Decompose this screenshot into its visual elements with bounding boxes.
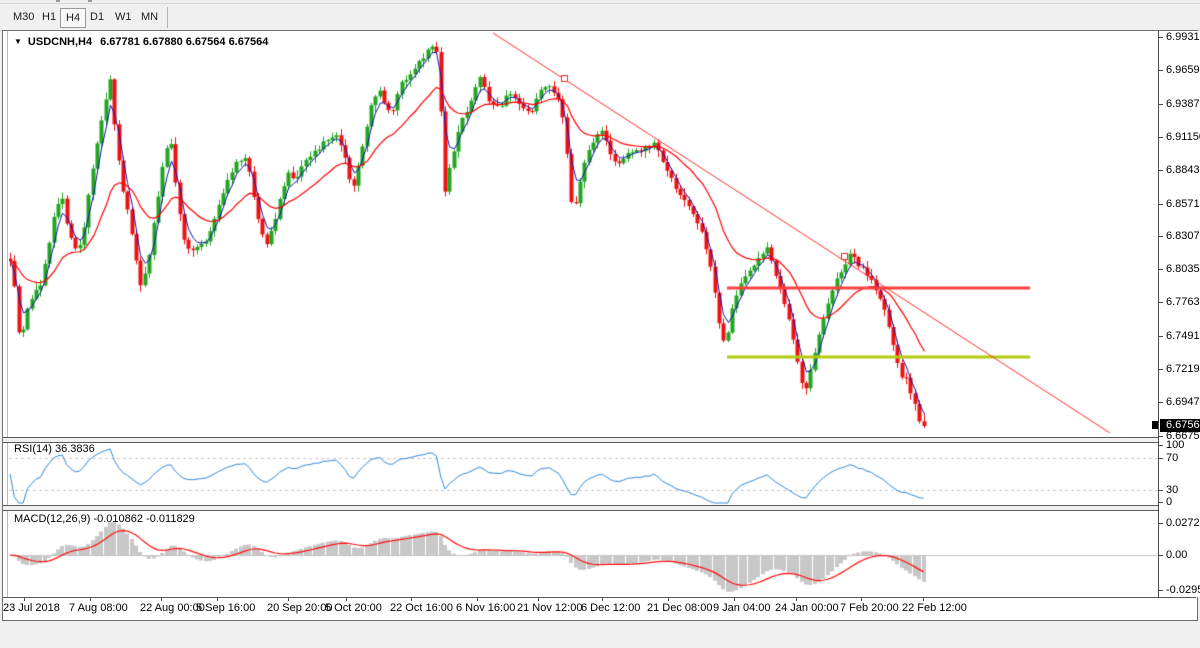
axis-tick [1159, 269, 1163, 270]
axis-tick [1159, 204, 1163, 205]
axis-tick [1159, 436, 1163, 437]
axis-tick [1159, 369, 1163, 370]
edge-mark [88, 0, 92, 2]
price-axis[interactable]: 6.99310 6.96590 6.93870 6.91150 6.88430 6.857… [1158, 31, 1200, 597]
timeframe-button-w1[interactable]: W1 [110, 8, 137, 26]
timeframe-button-m30[interactable]: M30 [8, 8, 39, 26]
symbol-dropdown-icon[interactable]: ▼ [14, 37, 22, 46]
price-axis-label: 6.85710 [1166, 198, 1200, 210]
price-axis-label: 6.93870 [1166, 98, 1200, 110]
axis-tick [1159, 37, 1163, 38]
date-axis-tick [923, 598, 924, 601]
date-axis-tick [477, 598, 478, 601]
timeframe-toolbar: M30H1H4D1W1MN [0, 4, 1200, 31]
price-axis-label: 6.99310 [1166, 31, 1200, 43]
date-axis-tick [602, 598, 603, 601]
date-axis-label: 22 Feb 12:00 [902, 602, 967, 614]
axis-tick [1159, 590, 1163, 591]
date-axis-tick [796, 598, 797, 601]
date-axis[interactable]: 23 Jul 20187 Aug 08:0022 Aug 00:005 Sep … [3, 597, 1196, 619]
date-axis-tick [288, 598, 289, 601]
axis-tick [1159, 523, 1163, 524]
axis-tick [1159, 70, 1163, 71]
date-axis-label: 22 Oct 16:00 [390, 602, 453, 614]
timeframe-button-h4[interactable]: H4 [60, 8, 86, 28]
axis-tick [1159, 170, 1163, 171]
axis-tick [1159, 402, 1163, 403]
rsi-axis-label: 30 [1166, 484, 1178, 496]
date-axis-tick [217, 598, 218, 601]
axis-tick [1159, 490, 1163, 491]
date-axis-label: 5 Sep 16:00 [196, 602, 255, 614]
date-axis-tick [411, 598, 412, 601]
axis-tick [1159, 445, 1163, 446]
macd-axis-label: -0.029558 [1166, 584, 1200, 596]
axis-tick [1159, 236, 1163, 237]
date-axis-tick [734, 598, 735, 601]
axis-tick [1159, 336, 1163, 337]
price-axis-label: 6.88430 [1166, 164, 1200, 176]
date-axis-label: 7 Feb 20:00 [840, 602, 899, 614]
axis-tick [1159, 458, 1163, 459]
ohlc-quotes: 6.67781 6.67880 6.67564 6.67564 [100, 36, 268, 48]
price-axis-label: 6.72190 [1166, 363, 1200, 375]
symbol-period-label: USDCNH,H4 [28, 36, 92, 48]
rsi-axis-label: 70 [1166, 452, 1178, 464]
axis-tick [1159, 555, 1163, 556]
date-axis-label: 5 Oct 20:00 [325, 602, 382, 614]
axis-tick [1159, 502, 1163, 503]
timeframe-button-mn[interactable]: MN [136, 8, 163, 26]
price-axis-label: 6.91150 [1166, 131, 1200, 143]
axis-tick [1159, 302, 1163, 303]
date-axis-label: 9 Jan 04:00 [713, 602, 771, 614]
price-axis-label: 6.80350 [1166, 263, 1200, 275]
timeframe-button-h1[interactable]: H1 [37, 8, 61, 26]
price-axis-label: 6.74910 [1166, 330, 1200, 342]
date-axis-label: 20 Sep 20:00 [267, 602, 332, 614]
date-axis-tick [161, 598, 162, 601]
date-axis-tick [538, 598, 539, 601]
date-axis-tick [861, 598, 862, 601]
date-axis-tick [90, 598, 91, 601]
price-axis-label: 6.69470 [1166, 396, 1200, 408]
macd-indicator-label: MACD(12,26,9) -0.010862 -0.011829 [14, 513, 195, 525]
date-axis-label: 23 Jul 2018 [3, 602, 60, 614]
date-axis-label: 24 Jan 00:00 [775, 602, 839, 614]
price-axis-label: 6.83070 [1166, 230, 1200, 242]
axis-tick [1159, 137, 1163, 138]
rsi-indicator-label: RSI(14) 36.3836 [14, 443, 95, 455]
rsi-panel-canvas[interactable] [9, 441, 1158, 505]
timeframe-button-d1[interactable]: D1 [85, 8, 109, 26]
date-axis-tick [346, 598, 347, 601]
date-axis-tick [24, 598, 25, 601]
date-axis-label: 7 Aug 08:00 [69, 602, 128, 614]
price-axis-label: 6.96590 [1166, 64, 1200, 76]
rsi-axis-label: 0 [1166, 496, 1172, 508]
date-axis-tick [668, 598, 669, 601]
current-price-label: 6.67564 [1160, 419, 1200, 432]
price-axis-label: 6.77630 [1166, 296, 1200, 308]
rsi-axis-label: 100 [1166, 439, 1184, 451]
edge-mark [56, 0, 60, 2]
price-chart-canvas[interactable] [9, 31, 1158, 437]
date-axis-label: 21 Nov 12:00 [517, 602, 582, 614]
macd-axis-label: 0.027219 [1166, 517, 1200, 529]
date-axis-label: 21 Dec 08:00 [647, 602, 712, 614]
chart-title: ▼ USDCNH,H4 6.67781 6.67880 6.67564 6.6756… [14, 36, 268, 48]
chart-window-inner-edge [7, 31, 8, 597]
date-axis-label: 6 Dec 12:00 [581, 602, 640, 614]
date-axis-label: 6 Nov 16:00 [456, 602, 515, 614]
axis-tick [1159, 104, 1163, 105]
toolbar-separator [167, 7, 168, 28]
macd-axis-label: 0.00 [1166, 549, 1187, 561]
current-price-marker [1152, 421, 1158, 429]
